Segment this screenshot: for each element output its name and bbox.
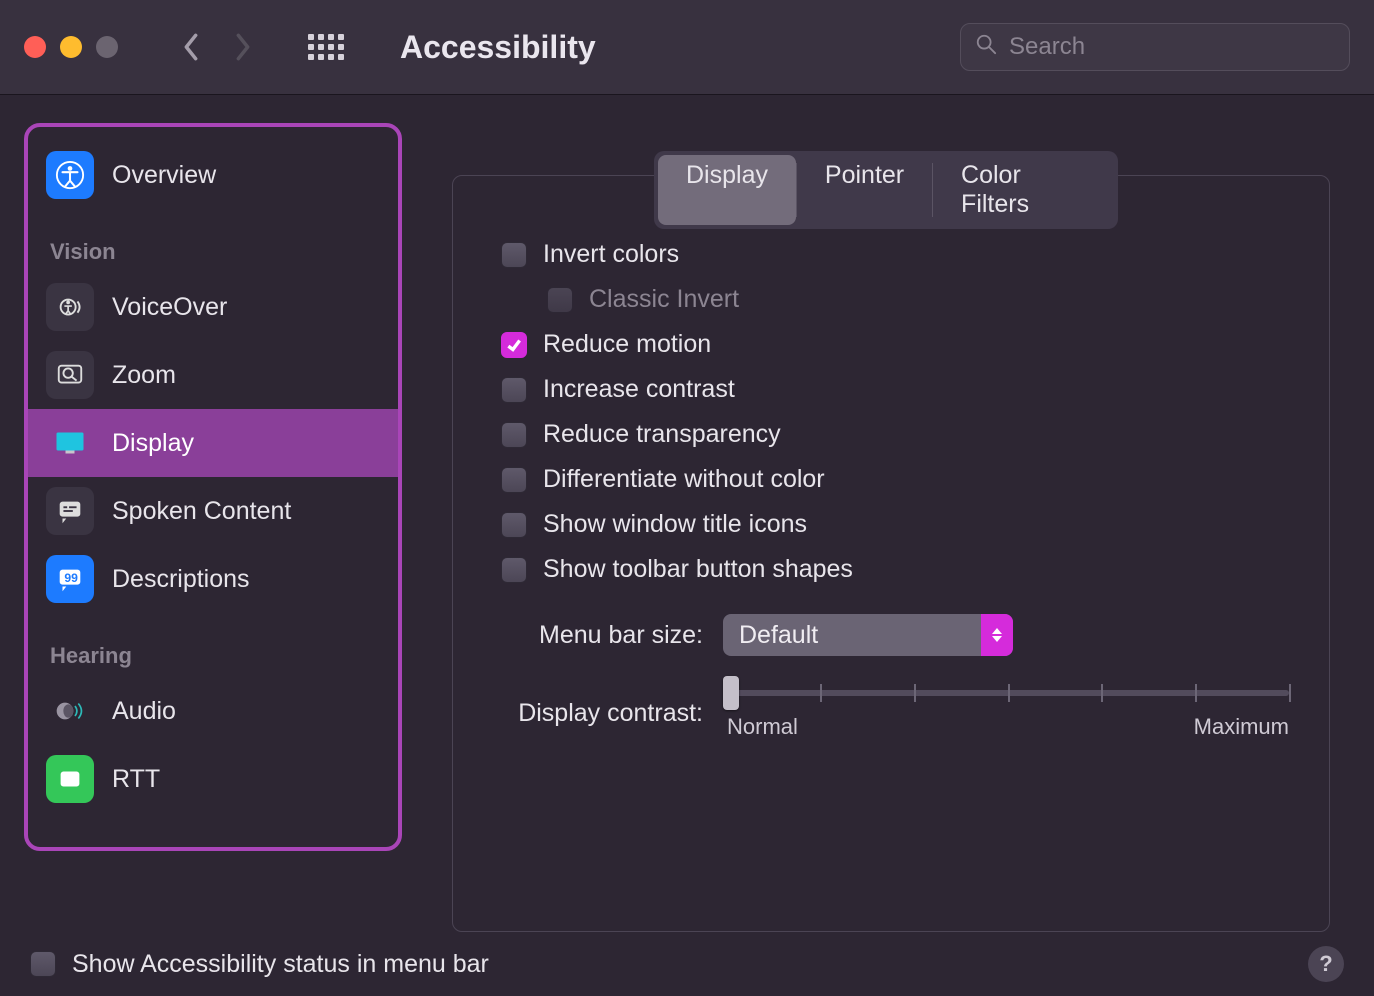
check-invert-colors[interactable]: Invert colors <box>501 240 1289 269</box>
slider-knob[interactable] <box>723 676 739 710</box>
sidebar-item-audio[interactable]: Audio <box>28 677 398 745</box>
back-button[interactable] <box>174 30 208 64</box>
check-increase-contrast[interactable]: Increase contrast <box>501 375 1289 404</box>
check-reduce-motion[interactable]: Reduce motion <box>501 330 1289 359</box>
sidebar-item-overview[interactable]: Overview <box>28 141 398 209</box>
check-reduce-transparency[interactable]: Reduce transparency <box>501 420 1289 449</box>
show-all-prefs-button[interactable] <box>308 34 344 60</box>
display-contrast-slider[interactable] <box>727 690 1289 696</box>
toolbar: Accessibility <box>0 0 1374 95</box>
sidebar-label: Descriptions <box>112 565 250 594</box>
sidebar-item-descriptions[interactable]: 99 Descriptions <box>28 545 398 613</box>
zoom-icon <box>46 351 94 399</box>
slider-min-label: Normal <box>727 714 798 740</box>
checkbox[interactable] <box>501 242 527 268</box>
checkbox-label: Show window title icons <box>543 510 807 539</box>
sidebar-item-zoom[interactable]: Zoom <box>28 341 398 409</box>
sidebar-item-voiceover[interactable]: VoiceOver <box>28 273 398 341</box>
accessibility-icon <box>46 151 94 199</box>
sidebar-item-spoken-content[interactable]: Spoken Content <box>28 477 398 545</box>
footer: Show Accessibility status in menu bar ? <box>0 932 1374 996</box>
menu-bar-size-value: Default <box>739 621 818 650</box>
display-settings-group: Invert colors Classic Invert Reduce moti… <box>452 175 1330 932</box>
search-input[interactable] <box>1009 33 1335 61</box>
sidebar-item-rtt[interactable]: RTT <box>28 745 398 813</box>
menu-bar-size-popup[interactable]: Default <box>723 614 1013 656</box>
nav-arrows <box>174 30 260 64</box>
checkbox[interactable] <box>501 422 527 448</box>
check-show-title-icons[interactable]: Show window title icons <box>501 510 1289 539</box>
content: Overview Vision VoiceOver Zoom Display <box>0 95 1374 932</box>
sidebar: Overview Vision VoiceOver Zoom Display <box>24 123 402 851</box>
footer-checkbox-label: Show Accessibility status in menu bar <box>72 950 489 979</box>
svg-text:99: 99 <box>64 571 78 585</box>
slider-max-label: Maximum <box>1194 714 1289 740</box>
detail-pane: Display Pointer Color Filters Invert col… <box>422 123 1350 932</box>
checkbox[interactable] <box>501 332 527 358</box>
search-field[interactable] <box>960 23 1350 71</box>
sidebar-label: RTT <box>112 765 160 794</box>
sidebar-item-display[interactable]: Display <box>28 409 398 477</box>
sidebar-label: Overview <box>112 161 216 190</box>
sidebar-label: VoiceOver <box>112 293 227 322</box>
checkbox-label: Increase contrast <box>543 375 735 404</box>
check-classic-invert: Classic Invert <box>547 285 1289 314</box>
search-icon <box>975 33 997 62</box>
rtt-icon <box>46 755 94 803</box>
sidebar-group-vision: Vision <box>28 209 398 273</box>
descriptions-icon: 99 <box>46 555 94 603</box>
close-window-button[interactable] <box>24 36 46 58</box>
tab-bar: Display Pointer Color Filters <box>654 151 1118 229</box>
spoken-content-icon <box>46 487 94 535</box>
sidebar-group-hearing: Hearing <box>28 613 398 677</box>
tab-color-filters[interactable]: Color Filters <box>933 155 1114 225</box>
popup-stepper-icon <box>981 614 1013 656</box>
display-icon <box>46 419 94 467</box>
menu-bar-size-label: Menu bar size: <box>493 621 703 650</box>
sidebar-label: Zoom <box>112 361 176 390</box>
checkbox[interactable] <box>501 467 527 493</box>
check-diff-without-color[interactable]: Differentiate without color <box>501 465 1289 494</box>
sidebar-label: Display <box>112 429 194 458</box>
checkbox-label: Show toolbar button shapes <box>543 555 853 584</box>
zoom-window-button[interactable] <box>96 36 118 58</box>
check-show-toolbar-shapes[interactable]: Show toolbar button shapes <box>501 555 1289 584</box>
row-display-contrast: Display contrast: Normal Maxim <box>493 686 1289 740</box>
tab-pointer[interactable]: Pointer <box>797 155 932 225</box>
checkbox[interactable] <box>501 557 527 583</box>
checkbox[interactable] <box>501 512 527 538</box>
checkbox-label: Invert colors <box>543 240 679 269</box>
forward-button[interactable] <box>226 30 260 64</box>
row-menu-bar-size: Menu bar size: Default <box>493 614 1289 656</box>
checkbox[interactable] <box>501 377 527 403</box>
sidebar-label: Audio <box>112 697 176 726</box>
audio-icon <box>46 687 94 735</box>
footer-checkbox[interactable] <box>30 951 56 977</box>
checkbox-label: Differentiate without color <box>543 465 825 494</box>
window-title: Accessibility <box>400 29 596 66</box>
sidebar-label: Spoken Content <box>112 497 291 526</box>
help-button[interactable]: ? <box>1308 946 1344 982</box>
checkbox-label: Reduce transparency <box>543 420 781 449</box>
checkbox-label: Classic Invert <box>589 285 739 314</box>
checkbox <box>547 287 573 313</box>
voiceover-icon <box>46 283 94 331</box>
window-controls <box>24 36 118 58</box>
checkbox-label: Reduce motion <box>543 330 711 359</box>
tab-display[interactable]: Display <box>658 155 796 225</box>
display-contrast-label: Display contrast: <box>493 699 703 728</box>
minimize-window-button[interactable] <box>60 36 82 58</box>
